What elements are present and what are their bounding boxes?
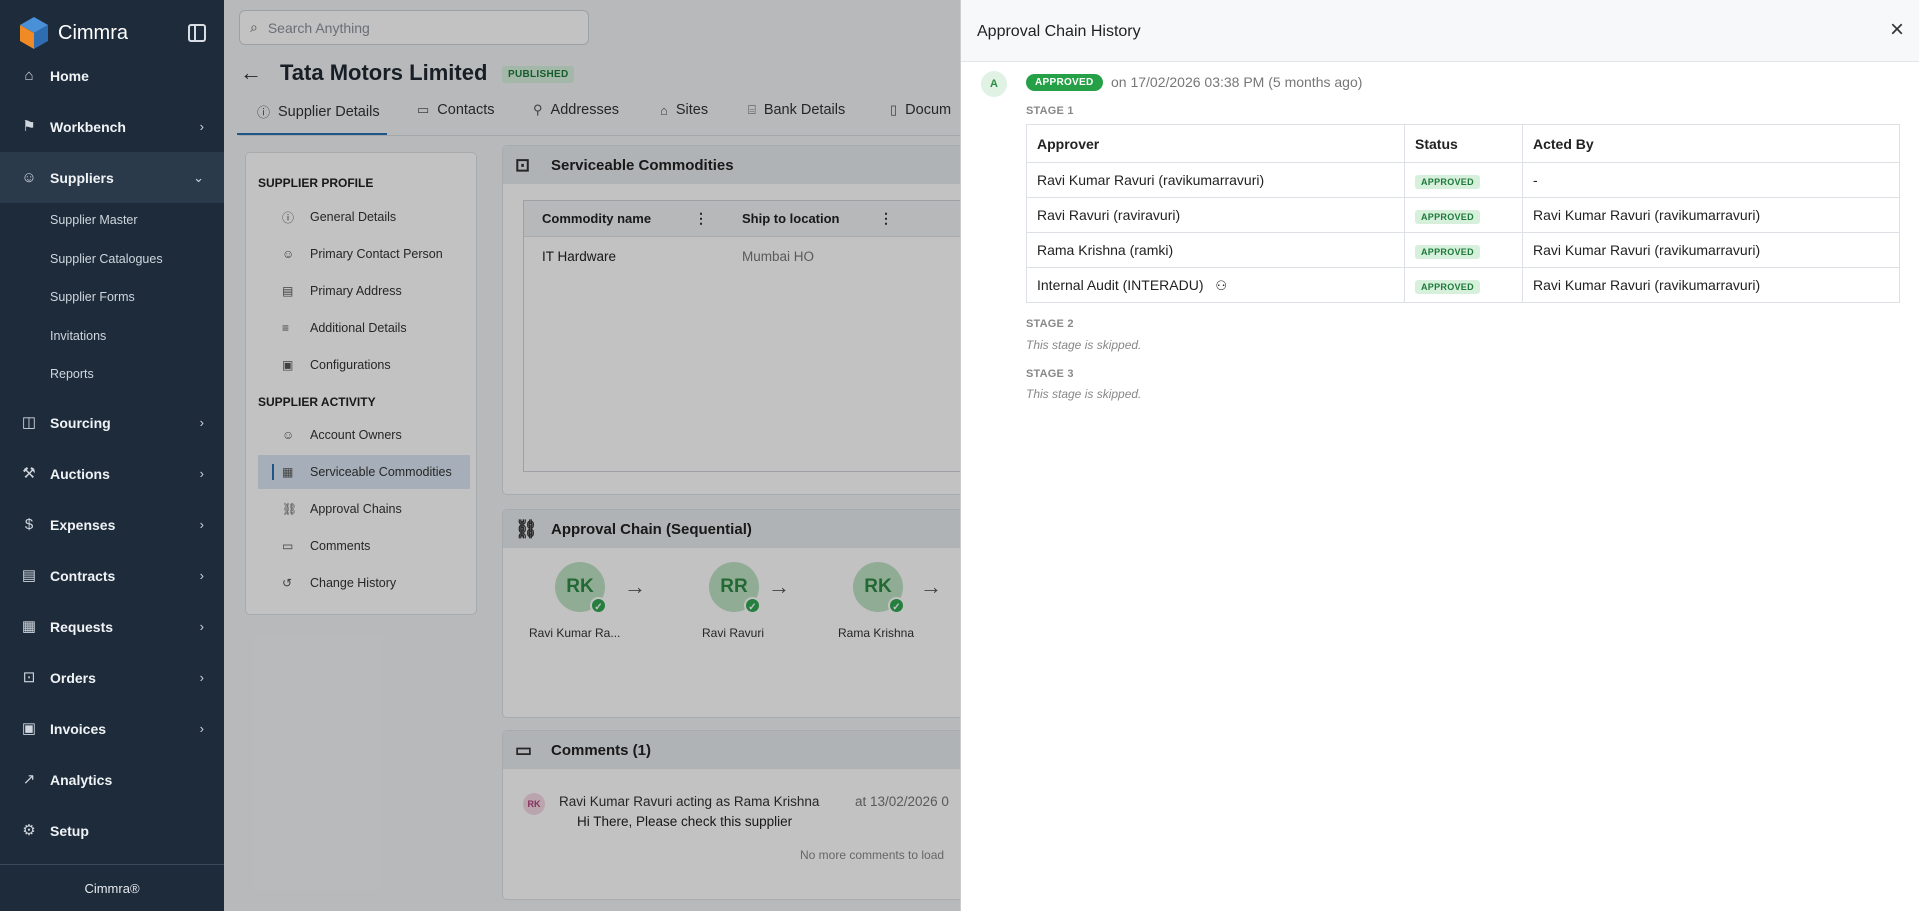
approver-cell: Ravi Ravuri (raviravuri)	[1026, 197, 1405, 233]
approval-history-drawer: Approval Chain History × A APPROVED on 1…	[960, 0, 1919, 911]
nav-analytics[interactable]: ↗ Analytics	[0, 754, 224, 805]
table-header-row: Approver Status Acted By	[1026, 124, 1900, 163]
nav-label: Expenses	[50, 516, 116, 533]
approver-cell: Internal Audit (INTERADU) ⚇	[1026, 267, 1405, 303]
nav-home[interactable]: ⌂ Home	[0, 50, 224, 101]
chevron-right-icon: ›	[199, 670, 204, 685]
table-row: Internal Audit (INTERADU) ⚇ APPROVED Rav…	[1026, 267, 1900, 303]
table-row: Rama Krishna (ramki) APPROVED Ravi Kumar…	[1026, 232, 1900, 268]
sub-invitations[interactable]: Invitations	[50, 329, 106, 343]
acted-by-cell: -	[1522, 162, 1900, 198]
col-status: Status	[1404, 124, 1523, 163]
sub-supplier-catalogues[interactable]: Supplier Catalogues	[50, 252, 163, 266]
sub-supplier-forms[interactable]: Supplier Forms	[50, 290, 135, 304]
approval-timestamp: on 17/02/2026 03:38 PM (5 months ago)	[1111, 74, 1363, 90]
nav-label: Suppliers	[50, 169, 114, 186]
approval-history-table: Approver Status Acted By Ravi Kumar Ravu…	[1026, 124, 1900, 303]
acted-by-cell: Ravi Kumar Ravuri (ravikumarravuri)	[1522, 232, 1900, 268]
gavel-icon: ⚒	[22, 464, 36, 482]
approved-badge: APPROVED	[1415, 174, 1480, 189]
sub-reports[interactable]: Reports	[50, 367, 94, 381]
status-cell: APPROVED	[1404, 162, 1523, 198]
nav-auctions[interactable]: ⚒ Auctions ›	[0, 448, 224, 499]
nav-workbench[interactable]: ⚑ Workbench ›	[0, 101, 224, 152]
stage-2-note: This stage is skipped.	[1026, 338, 1142, 352]
nav-setup[interactable]: ⚙ Setup	[0, 805, 224, 856]
nav-label: Auctions	[50, 465, 110, 482]
invoice-icon: ▣	[21, 719, 37, 737]
nav-label: Invoices	[50, 720, 107, 737]
nav-invoices[interactable]: ▣ Invoices ›	[0, 703, 224, 754]
nav-label: Sourcing	[50, 414, 111, 431]
expense-icon: $	[24, 515, 34, 533]
approval-avatar: A	[981, 71, 1007, 97]
sidebar: Cimmra ⌂ Home ⚑ Workbench › ☺ Suppliers …	[0, 0, 224, 911]
nav-sourcing[interactable]: ◫ Sourcing ›	[0, 397, 224, 448]
contract-icon: ▤	[21, 566, 37, 584]
nav-label: Analytics	[50, 771, 113, 788]
approved-badge: APPROVED	[1415, 209, 1480, 224]
chevron-right-icon: ›	[199, 119, 204, 134]
acted-by-cell: Ravi Kumar Ravuri (ravikumarravuri)	[1522, 267, 1900, 303]
nav-contracts[interactable]: ▤ Contracts ›	[0, 550, 224, 601]
chevron-right-icon: ›	[199, 619, 204, 634]
status-cell: APPROVED	[1404, 267, 1523, 303]
sub-supplier-master[interactable]: Supplier Master	[50, 213, 138, 227]
col-approver: Approver	[1026, 124, 1405, 163]
flag-icon: ⚑	[22, 117, 36, 135]
chevron-right-icon: ›	[199, 568, 204, 583]
trend-icon: ↗	[22, 770, 36, 788]
nav-label: Contracts	[50, 567, 116, 584]
sidebar-footer: Cimmra®	[0, 864, 224, 911]
approved-badge: APPROVED	[1415, 279, 1480, 294]
col-acted-by: Acted By	[1522, 124, 1900, 163]
status-cell: APPROVED	[1404, 197, 1523, 233]
nav-label: Requests	[50, 618, 114, 635]
stage-3-note: This stage is skipped.	[1026, 387, 1142, 401]
bag-icon: ◫	[21, 413, 37, 431]
brand-name: Cimmra	[58, 21, 128, 44]
table-row: Ravi Kumar Ravuri (ravikumarravuri) APPR…	[1026, 162, 1900, 198]
cart-icon: ⊡	[22, 668, 36, 686]
status-cell: APPROVED	[1404, 232, 1523, 268]
chevron-right-icon: ›	[199, 466, 204, 481]
nav-label: Home	[50, 67, 89, 84]
nav-suppliers[interactable]: ☺ Suppliers ⌄	[0, 152, 224, 203]
nav-label: Workbench	[50, 118, 126, 135]
nav-expenses[interactable]: $ Expenses ›	[0, 499, 224, 550]
request-icon: ▦	[21, 617, 37, 635]
nav-label: Setup	[50, 822, 89, 839]
modal-overlay[interactable]	[224, 0, 960, 911]
chevron-right-icon: ›	[199, 721, 204, 736]
approver-cell: Rama Krishna (ramki)	[1026, 232, 1405, 268]
drawer-title: Approval Chain History	[977, 23, 1141, 40]
approved-badge: APPROVED	[1415, 244, 1480, 259]
gear-icon: ⚙	[22, 821, 36, 839]
stage-1-label: STAGE 1	[1026, 105, 1074, 117]
approver-cell: Ravi Kumar Ravuri (ravikumarravuri)	[1026, 162, 1405, 198]
people-icon: ☺	[21, 168, 37, 186]
nav-orders[interactable]: ⊡ Orders ›	[0, 652, 224, 703]
nav-requests[interactable]: ▦ Requests ›	[0, 601, 224, 652]
chevron-down-icon: ⌄	[193, 169, 204, 185]
table-row: Ravi Ravuri (raviravuri) APPROVED Ravi K…	[1026, 197, 1900, 233]
chevron-right-icon: ›	[199, 415, 204, 430]
approver-name: Internal Audit (INTERADU)	[1037, 276, 1204, 293]
group-icon: ⚇	[1215, 277, 1228, 293]
close-icon[interactable]: ×	[1890, 18, 1904, 42]
drawer-header: Approval Chain History ×	[961, 0, 1919, 62]
home-icon: ⌂	[24, 66, 34, 84]
cimmra-logo-icon	[20, 17, 48, 49]
chevron-right-icon: ›	[199, 517, 204, 532]
nav-label: Orders	[50, 669, 96, 686]
approval-status-pill: APPROVED	[1026, 74, 1103, 91]
stage-3-label: STAGE 3	[1026, 368, 1074, 380]
acted-by-cell: Ravi Kumar Ravuri (ravikumarravuri)	[1522, 197, 1900, 233]
sidebar-toggle-icon[interactable]	[188, 24, 206, 42]
stage-2-label: STAGE 2	[1026, 318, 1074, 330]
